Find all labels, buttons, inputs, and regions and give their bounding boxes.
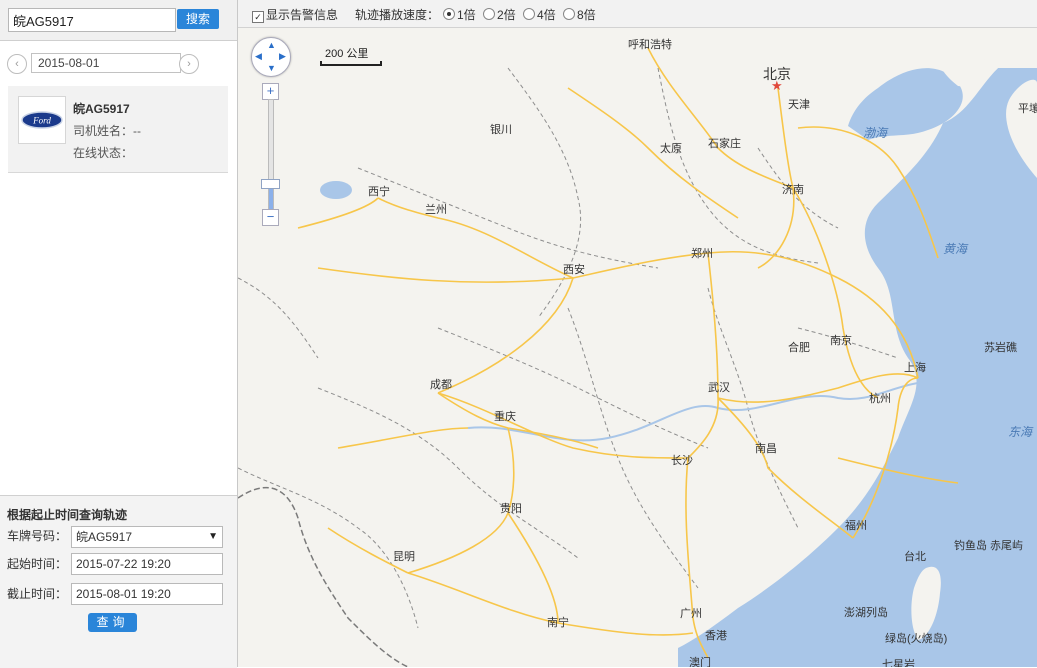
pan-right-icon[interactable]: ▶ (279, 52, 286, 61)
city-label-nanchang: 南昌 (755, 443, 777, 455)
track-query-panel: 根据起止时间查询轨迹 车牌号码： 皖AG5917 ▼ 起始时间： 2015-07… (0, 495, 237, 668)
city-label-chongqing: 重庆 (494, 411, 516, 423)
speed-option-2x[interactable]: 2倍 (483, 6, 516, 23)
city-label-jinan: 济南 (782, 184, 804, 196)
next-date-button[interactable]: › (179, 54, 199, 74)
island-label-ludao: 绿岛(火烧岛) (885, 633, 948, 645)
dropdown-arrow-icon: ▼ (208, 531, 218, 542)
city-label-chengdu: 成都 (430, 379, 452, 391)
city-label-hefei: 合肥 (788, 342, 810, 354)
start-time-input[interactable]: 2015-07-22 19:20 (71, 553, 223, 575)
map-base (238, 47, 1037, 667)
pan-control[interactable]: ▲ ▼ ◀ ▶ (251, 37, 291, 77)
driver-name: 司机姓名：-- (73, 124, 141, 138)
city-label-fuzhou: 福州 (845, 520, 867, 532)
search-bar: 搜索 (0, 0, 237, 41)
east-sea-water (678, 68, 1037, 667)
pan-down-icon[interactable]: ▼ (267, 64, 276, 73)
city-label-pyongyang: 平壤 (1018, 103, 1037, 115)
alarm-toggle[interactable]: ✓ 显示告警信息 (252, 6, 338, 23)
search-input[interactable] (8, 8, 176, 32)
end-time-label: 截止时间： (7, 587, 68, 601)
speed-label-8x: 8倍 (577, 8, 596, 22)
island-label-chiwei: 赤尾屿 (990, 540, 1023, 552)
ford-logo: Ford (18, 96, 66, 144)
plate-select[interactable]: 皖AG5917 ▼ (71, 526, 223, 548)
checkbox-icon[interactable]: ✓ (252, 11, 264, 23)
city-label-nanjing: 南京 (830, 335, 852, 347)
city-label-xining: 西宁 (368, 186, 390, 198)
date-field[interactable]: 2015-08-01 (31, 53, 181, 73)
city-label-guangzhou: 广州 (680, 608, 702, 620)
city-label-taipei: 台北 (904, 551, 926, 563)
pan-up-icon[interactable]: ▲ (267, 41, 276, 50)
city-label-hohhot: 呼和浩特 (628, 39, 672, 51)
vehicle-card[interactable]: Ford 皖AG5917 司机姓名：-- 在线状态： (8, 86, 228, 173)
city-label-zhengzhou: 郑州 (691, 248, 713, 260)
city-label-shijiazhuang: 石家庄 (708, 138, 741, 150)
pan-left-icon[interactable]: ◀ (255, 52, 262, 61)
qinghai-lake (320, 181, 352, 199)
scale-bar (320, 61, 382, 66)
city-label-wuhan: 武汉 (708, 382, 730, 394)
city-label-hangzhou: 杭州 (869, 393, 891, 405)
query-title: 根据起止时间查询轨迹 (7, 508, 128, 522)
zoom-out-button[interactable]: − (262, 209, 279, 226)
vehicle-plate: 皖AG5917 (73, 102, 130, 116)
city-label-yinchuan: 银川 (490, 124, 512, 136)
plate-label: 车牌号码： (7, 529, 68, 543)
query-button[interactable]: 查询 (88, 613, 137, 632)
zoom-in-button[interactable]: + (262, 83, 279, 100)
speed-label-1x: 1倍 (457, 8, 476, 22)
zoom-level-fill (269, 187, 273, 211)
speed-label-2x: 2倍 (497, 8, 516, 22)
alarm-label: 显示告警信息 (266, 8, 339, 22)
speed-option-4x[interactable]: 4倍 (523, 6, 556, 23)
radio-icon[interactable] (483, 8, 495, 20)
speed-option-1x[interactable]: 1倍 (443, 6, 476, 23)
city-label-shanghai: 上海 (904, 362, 926, 374)
island-label-qixingyan: 七星岩 (882, 659, 915, 667)
city-label-hongkong: 香港 (705, 630, 727, 642)
city-label-xian: 西安 (563, 264, 585, 276)
radio-icon[interactable] (563, 8, 575, 20)
city-label-nanning: 南宁 (547, 617, 569, 629)
sea-label-yellow-sea: 黄海 (943, 242, 968, 256)
sea-label-east-sea: 东海 (1008, 425, 1033, 439)
city-label-guiyang: 贵阳 (500, 503, 522, 515)
plate-select-value: 皖AG5917 (76, 530, 133, 544)
island-label-penghu: 澎湖列岛 (844, 607, 888, 619)
search-button[interactable]: 搜索 (177, 9, 219, 29)
map-canvas[interactable]: 呼和浩特 北京 ★ 天津 银川 太原 石家庄 西宁 兰州 济南 西安 郑州 合肥… (238, 28, 1037, 667)
speed-option-8x[interactable]: 8倍 (563, 6, 596, 23)
national-border (238, 487, 409, 667)
prev-date-button[interactable]: ‹ (7, 54, 27, 74)
capital-star-icon: ★ (771, 78, 783, 93)
radio-icon[interactable] (523, 8, 535, 20)
city-label-kunming: 昆明 (393, 551, 415, 563)
radio-selected-icon[interactable] (443, 8, 455, 20)
yangtze-river (467, 382, 919, 442)
map-toolbar: ✓ 显示告警信息 轨迹播放速度： 1倍 2倍 4倍 8倍 (238, 0, 1037, 28)
end-time-input[interactable]: 2015-08-01 19:20 (71, 583, 223, 605)
sea-label-bohai: 渤海 (863, 126, 888, 140)
left-panel: 搜索 ‹ 2015-08-01 › Ford 皖AG5917 司机姓名：-- 在… (0, 0, 238, 668)
speed-label-4x: 4倍 (537, 8, 556, 22)
city-label-tianjin: 天津 (788, 99, 810, 111)
zoom-slider-handle[interactable] (261, 179, 280, 189)
city-label-taiyuan: 太原 (660, 143, 682, 155)
speed-label: 轨迹播放速度： (355, 8, 440, 22)
city-label-macau: 澳门 (689, 657, 711, 667)
city-label-changsha: 长沙 (671, 455, 693, 467)
city-label-lanzhou: 兰州 (425, 204, 447, 216)
ford-logo-icon: Ford (21, 111, 63, 129)
start-time-label: 起始时间： (7, 557, 68, 571)
island-label-suyan: 苏岩礁 (984, 342, 1017, 354)
online-status: 在线状态： (73, 146, 134, 160)
scale-label: 200 公里 (325, 48, 369, 60)
island-label-diaoyu: 钓鱼岛 (954, 540, 987, 552)
ford-logo-text: Ford (32, 116, 51, 126)
